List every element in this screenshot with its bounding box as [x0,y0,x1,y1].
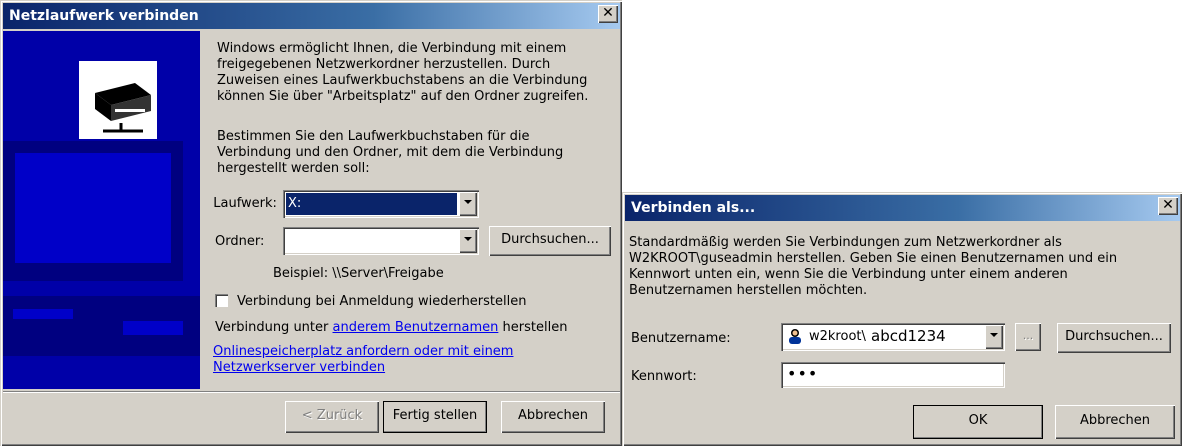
connect-as-dialog: Verbinden als... ✕ Standardmäßig werden … [622,192,1182,446]
instruction-text: Bestimmen Sie den Laufwerkbuchstaben für… [217,129,564,176]
browse-button[interactable]: Durchsuchen... [489,226,611,256]
map-dialog-title: Netzlaufwerk verbinden [9,8,199,24]
online-storage-link[interactable]: Onlinespeicherplatz anfordern oder mit e… [213,344,533,376]
cancel-button[interactable]: Abbrechen [501,401,605,433]
connect-as-prefix: Verbindung unter [215,320,329,335]
connect-as-title: Verbinden als... [631,200,756,216]
back-button[interactable]: < Zurück [285,401,379,433]
drive-label-text: Laufwerk: [213,196,277,211]
connect-as-description: Standardmäßig werden Sie Verbindungen zu… [629,235,1118,298]
password-value: ••• [787,364,819,383]
username-prefix: w2kroot\ [809,329,866,344]
drive-label: LLaufwerk: [213,196,277,212]
reconnect-checkbox[interactable] [215,294,228,307]
map-network-drive-dialog: Netzlaufwerk verbinden ✕ Windows ermögli… [0,0,622,446]
network-drive-illustration-icon [3,61,200,356]
drive-select-value: X: [286,193,457,215]
example-text: Beispiel: \\Server\Freigabe [273,266,444,281]
ok-button[interactable]: OK [913,405,1043,439]
password-label: Kennwort: [631,369,697,384]
close-icon: ✕ [602,5,614,21]
drive-select[interactable]: X: [283,190,479,218]
button-separator [3,391,620,393]
intro-text: Windows ermöglicht Ihnen, die Verbindung… [217,41,589,104]
different-user-link[interactable]: anderem Benutzernamen [333,320,499,335]
close-button[interactable]: ✕ [1158,197,1178,215]
username-label: Benutzername: [631,331,731,346]
connect-as-titlebar[interactable]: Verbinden als... [625,195,1180,221]
more-button[interactable]: ... [1015,323,1041,351]
user-icon [787,328,803,344]
chevron-down-icon[interactable] [459,192,477,216]
close-icon: ✕ [1162,197,1174,213]
cancel-button[interactable]: Abbrechen [1055,405,1175,439]
close-button[interactable]: ✕ [598,5,618,23]
connect-as-line: Verbindung unter anderem Benutzernamen h… [215,320,567,336]
connect-as-suffix: herstellen [502,320,568,335]
folder-combobox[interactable] [283,227,479,255]
browse-user-button[interactable]: Durchsuchen... [1057,323,1171,353]
chevron-down-icon[interactable] [459,229,477,253]
reconnect-label[interactable]: Verbindung bei Anmeldung wiederherstelle… [237,294,526,310]
password-field[interactable]: ••• [781,362,1005,388]
folder-label: Ordner: [215,234,265,249]
map-dialog-titlebar[interactable]: Netzlaufwerk verbinden [3,3,620,29]
username-value: abcd1234 [871,327,946,345]
username-combobox[interactable]: w2kroot\ abcd1234 [781,323,1005,351]
chevron-down-icon[interactable] [985,325,1003,349]
finish-button[interactable]: Fertig stellen [383,401,487,433]
wizard-side-panel [3,31,200,389]
